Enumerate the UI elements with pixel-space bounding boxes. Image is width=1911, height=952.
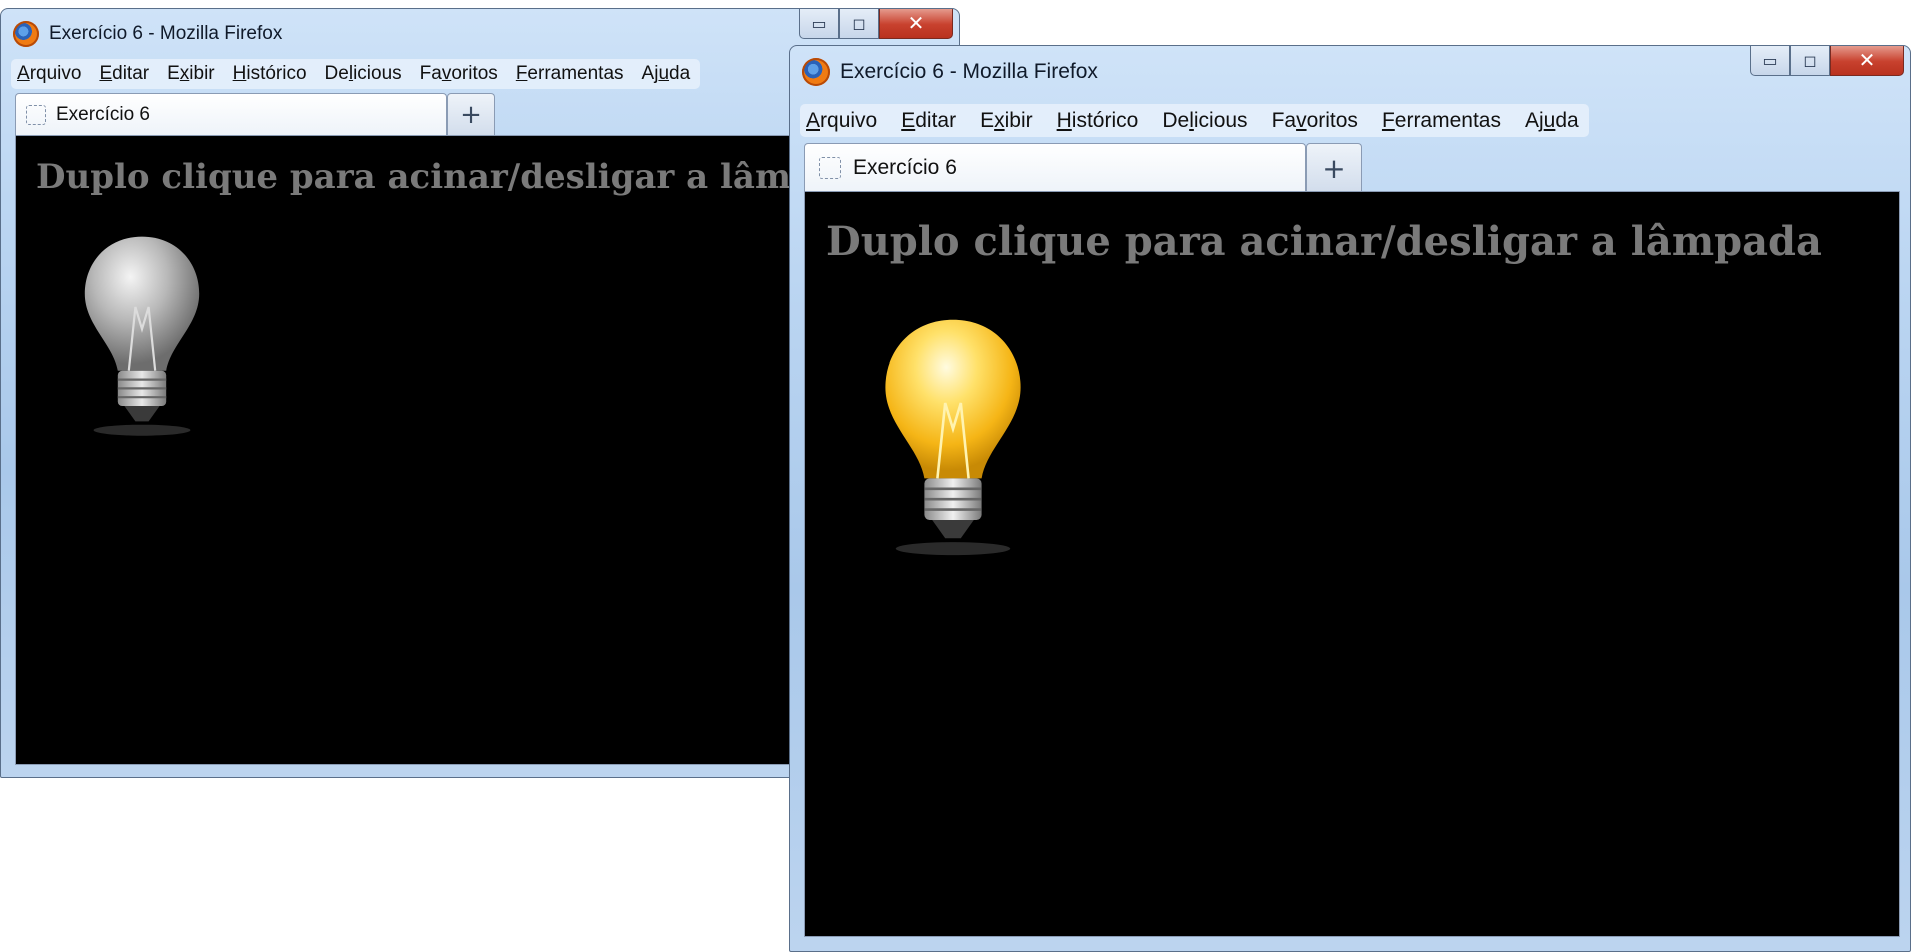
caption-buttons: ▭ ◻ ✕ xyxy=(799,9,953,39)
lightbulb-on-icon[interactable] xyxy=(875,312,1031,572)
menu-arquivo[interactable]: Arquivo xyxy=(17,63,81,85)
caption-buttons: ▭ ◻ ✕ xyxy=(1750,46,1904,76)
menu-exibir[interactable]: Exibir xyxy=(980,109,1033,133)
menu-delicious[interactable]: Delicious xyxy=(325,63,402,85)
menu-ferramentas[interactable]: Ferramentas xyxy=(1382,109,1501,133)
maximize-button[interactable]: ◻ xyxy=(839,9,879,39)
window-title: Exercício 6 - Mozilla Firefox xyxy=(840,60,1098,83)
new-tab-button[interactable]: + xyxy=(1306,143,1362,192)
close-button[interactable]: ✕ xyxy=(879,9,953,39)
menu-bar: Arquivo Editar Exibir Histórico Deliciou… xyxy=(11,59,701,89)
page-placeholder-icon xyxy=(819,157,841,179)
window-title: Exercício 6 - Mozilla Firefox xyxy=(49,23,283,44)
menu-historico[interactable]: Histórico xyxy=(233,63,307,85)
menu-editar[interactable]: Editar xyxy=(901,109,956,133)
tab-strip: Exercício 6 + xyxy=(804,143,1900,192)
tab-label: Exercício 6 xyxy=(853,156,957,179)
menu-ferramentas[interactable]: Ferramentas xyxy=(516,63,624,85)
minimize-button[interactable]: ▭ xyxy=(799,9,839,39)
menu-historico[interactable]: Histórico xyxy=(1057,109,1139,133)
menu-favoritos[interactable]: Favoritos xyxy=(420,63,498,85)
menu-arquivo[interactable]: Arquivo xyxy=(806,109,877,133)
tab-label: Exercício 6 xyxy=(56,104,150,125)
page-heading: Duplo clique para acinar/desligar a lâmp… xyxy=(826,218,1822,265)
menu-editar[interactable]: Editar xyxy=(99,63,149,85)
title-bar[interactable]: Exercício 6 - Mozilla Firefox xyxy=(790,46,1910,98)
page-heading: Duplo clique para acinar/desligar a lâmp… xyxy=(36,157,883,197)
menu-bar: Arquivo Editar Exibir Histórico Deliciou… xyxy=(800,104,1589,137)
new-tab-button[interactable]: + xyxy=(447,93,495,136)
tab-exercicio-6[interactable]: Exercício 6 xyxy=(804,143,1306,192)
tab-exercicio-6[interactable]: Exercício 6 xyxy=(15,93,447,136)
firefox-window-front: Exercício 6 - Mozilla Firefox ▭ ◻ ✕ Arqu… xyxy=(789,45,1911,952)
menu-ajuda[interactable]: Ajuda xyxy=(1525,109,1579,133)
maximize-button[interactable]: ◻ xyxy=(1790,46,1830,76)
close-button[interactable]: ✕ xyxy=(1830,46,1904,76)
firefox-icon xyxy=(802,58,830,86)
menu-ajuda[interactable]: Ajuda xyxy=(642,63,691,85)
lightbulb-off-icon[interactable] xyxy=(76,230,208,450)
firefox-icon xyxy=(13,21,39,47)
menu-favoritos[interactable]: Favoritos xyxy=(1272,109,1358,133)
minimize-button[interactable]: ▭ xyxy=(1750,46,1790,76)
page-content: Duplo clique para acinar/desligar a lâmp… xyxy=(804,191,1900,937)
page-placeholder-icon xyxy=(26,105,46,125)
menu-exibir[interactable]: Exibir xyxy=(167,63,215,85)
menu-delicious[interactable]: Delicious xyxy=(1162,109,1247,133)
